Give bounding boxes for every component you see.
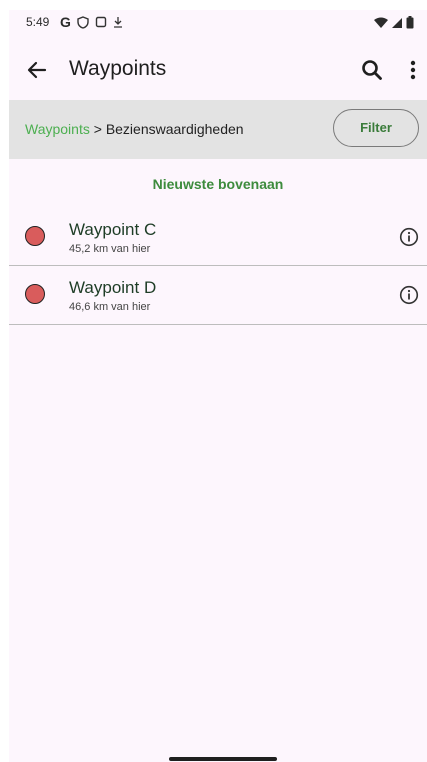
status-bar: 5:49 G [9, 10, 427, 38]
shield-icon [77, 15, 89, 29]
app-bar: Waypoints [9, 38, 427, 100]
status-right-icons [374, 16, 414, 29]
status-time: 5:49 [26, 15, 50, 29]
screen-icon [95, 16, 107, 28]
waypoint-distance: 45,2 km van hier [69, 243, 151, 255]
more-vert-icon[interactable] [403, 57, 423, 83]
breadcrumb-root[interactable]: Waypoints [25, 121, 90, 137]
sort-order-label[interactable]: Nieuwste bovenaan [9, 176, 427, 192]
home-indicator[interactable] [169, 757, 277, 761]
waypoint-list: Waypoint C 45,2 km van hier Waypoint D 4… [9, 208, 427, 325]
waypoint-name: Waypoint D [69, 278, 157, 297]
status-left-icons: G [60, 15, 123, 29]
google-icon: G [60, 14, 71, 30]
breadcrumb-bar: Waypoints > Bezienswaardigheden Filter [9, 100, 427, 159]
arrow-back-icon[interactable] [23, 56, 51, 84]
waypoint-name: Waypoint C [69, 220, 157, 239]
screen: 5:49 G Waypoints Waypoints > Bezienswaar… [9, 10, 427, 762]
waypoint-marker-icon [25, 226, 45, 246]
waypoint-distance: 46,6 km van hier [69, 301, 151, 313]
signal-icon [392, 17, 402, 28]
filter-button[interactable]: Filter [333, 109, 419, 147]
breadcrumb-separator: > [89, 121, 106, 137]
info-icon[interactable] [399, 285, 419, 305]
download-icon [113, 17, 122, 28]
wifi-icon [374, 17, 388, 28]
list-item[interactable]: Waypoint D 46,6 km van hier [9, 266, 427, 325]
search-icon[interactable] [359, 57, 385, 83]
list-item[interactable]: Waypoint C 45,2 km van hier [9, 208, 427, 266]
info-icon[interactable] [399, 227, 419, 247]
page-title: Waypoints [69, 57, 167, 80]
breadcrumb-current: Bezienswaardigheden [105, 121, 244, 137]
battery-icon [406, 16, 414, 29]
breadcrumb: Waypoints > Bezienswaardigheden [25, 121, 244, 137]
waypoint-marker-icon [25, 284, 45, 304]
